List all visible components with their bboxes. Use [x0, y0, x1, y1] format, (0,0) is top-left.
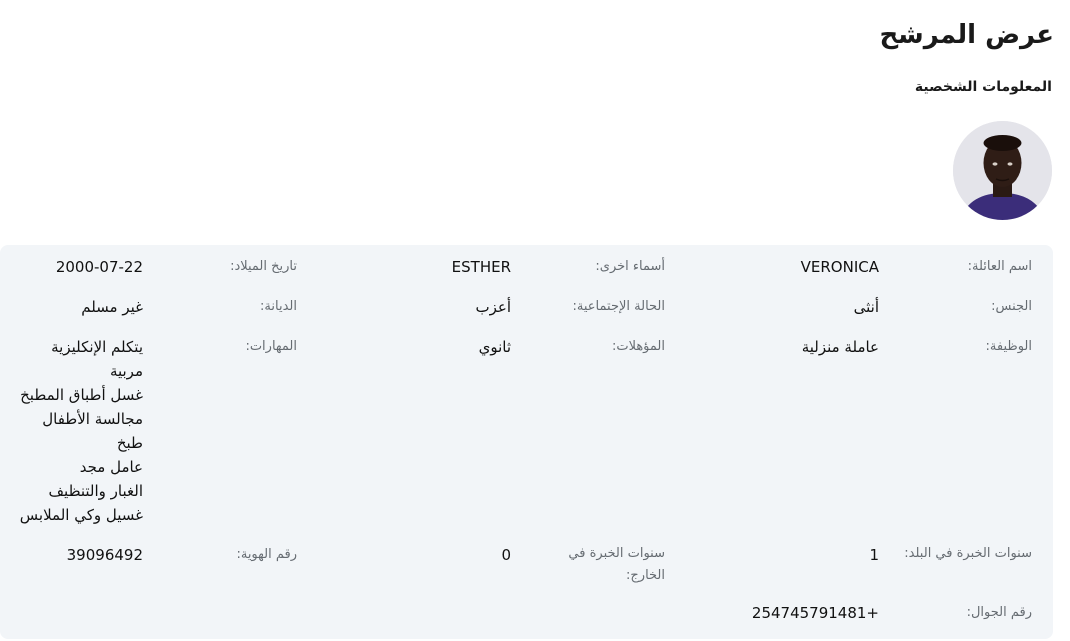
page-title: عرض المرشح: [879, 20, 1054, 50]
mobile-value: 254745791481+: [751, 604, 879, 622]
abroad-experience-label: سنوات الخبرة في الخارج:: [568, 546, 665, 583]
job-value: عاملة منزلية: [801, 338, 879, 356]
candidate-details-panel: اسم العائلة: VERONICA أسماء اخرى: ESTHER…: [0, 245, 1053, 639]
skill-item: يتكلم الإنكليزية: [51, 338, 143, 356]
religion-value: غير مسلم: [81, 298, 143, 316]
person-photo-icon: [953, 121, 1052, 220]
religion-label: الديانة:: [260, 299, 297, 314]
other-names-value: ESTHER: [451, 258, 511, 276]
skill-item: غسل أطباق المطبخ: [20, 386, 143, 404]
section-title: المعلومات الشخصية: [914, 79, 1052, 95]
birth-date-label: تاريخ الميلاد:: [230, 259, 297, 274]
birth-date-value: 2000-07-22: [55, 258, 143, 276]
skill-item: مجالسة الأطفال: [42, 410, 143, 428]
skill-item: الغبار والتنظيف: [48, 482, 143, 500]
qualifications-value: ثانوي: [478, 338, 511, 356]
other-names-label: أسماء اخرى:: [595, 259, 665, 274]
gender-label: الجنس:: [991, 299, 1032, 314]
skills-list: يتكلم الإنكليزية مربية غسل أطباق المطبخ …: [3, 335, 143, 527]
skill-item: مربية: [109, 362, 143, 380]
id-number-label: رقم الهوية:: [236, 547, 297, 562]
marital-status-value: أعزب: [475, 298, 511, 316]
job-label: الوظيفة:: [985, 339, 1032, 354]
family-name-label: اسم العائلة:: [967, 259, 1032, 274]
skills-label: المهارات:: [245, 339, 297, 354]
skill-item: عامل مجد: [79, 458, 143, 476]
id-number-value: 39096492: [66, 546, 143, 564]
skill-item: غسيل وكي الملابس: [19, 506, 143, 524]
gender-value: أنثى: [853, 298, 879, 316]
skill-item: طبخ: [116, 434, 143, 452]
qualifications-label: المؤهلات:: [611, 339, 665, 354]
candidate-photo: [953, 121, 1052, 220]
family-name-value: VERONICA: [800, 258, 879, 276]
mobile-label: رقم الجوال:: [966, 605, 1032, 620]
abroad-experience-value: 0: [501, 546, 511, 564]
local-experience-label: سنوات الخبرة في البلد:: [904, 546, 1032, 561]
marital-status-label: الحالة الإجتماعية:: [572, 299, 665, 314]
local-experience-value: 1: [869, 546, 879, 564]
